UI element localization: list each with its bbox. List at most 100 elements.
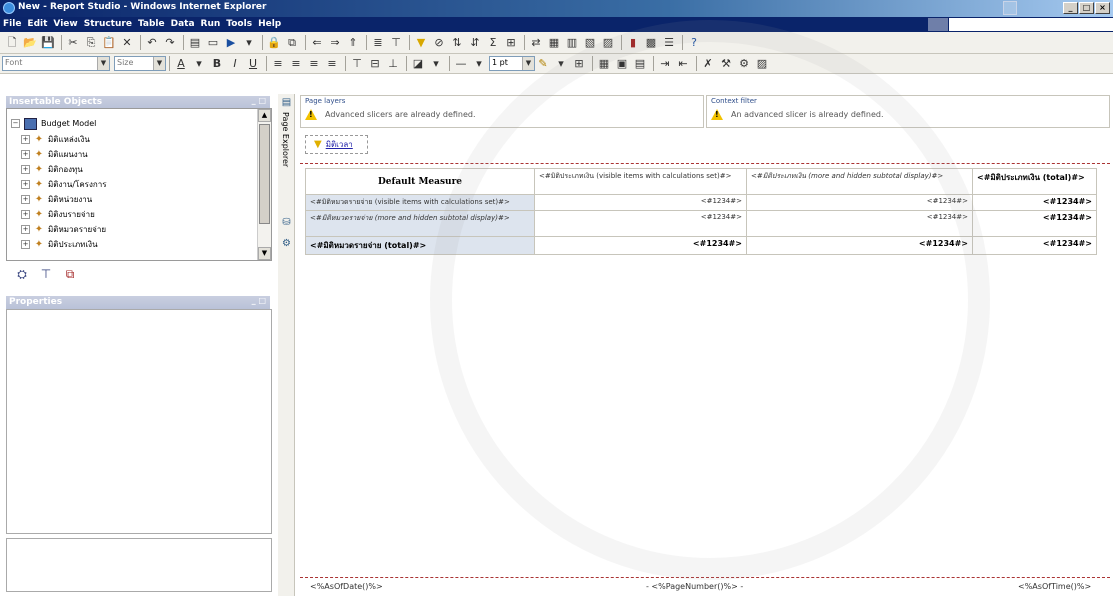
minimize-button[interactable]: _	[1063, 2, 1078, 14]
lock-icon[interactable]: 🔒	[266, 35, 282, 51]
fact-cell[interactable]: <#1234#>	[972, 210, 1097, 237]
split-cells-icon[interactable]: ▤	[632, 56, 648, 72]
menu-edit[interactable]: Edit	[24, 17, 50, 32]
nest-icon[interactable]: ▦	[546, 35, 562, 51]
fact-cell[interactable]: <#1234#>	[534, 236, 747, 255]
chevron-down-icon[interactable]: ▼	[97, 57, 109, 70]
source-tab-icon[interactable]: ⛭	[14, 266, 30, 282]
expand-icon[interactable]: +	[21, 240, 30, 249]
column-header[interactable]: <#มิติประเภทเงิน (total)#>	[972, 168, 1097, 195]
fact-cell[interactable]: <#1234#>	[746, 236, 973, 255]
slicer-label[interactable]: มิติเวลา	[326, 138, 353, 151]
context-filter-area[interactable]: Context filter ! An advanced slicer is a…	[706, 95, 1110, 128]
underline-icon[interactable]: U	[245, 56, 261, 72]
font-color-icon[interactable]: A	[173, 56, 189, 72]
crosstab-icon[interactable]: ▩	[643, 35, 659, 51]
page-explorer-icon[interactable]: ▤	[280, 96, 293, 109]
line-width-select[interactable]: 1 pt ▼	[489, 56, 535, 71]
window-copy-icon[interactable]	[1003, 1, 1017, 15]
view-report-icon[interactable]: ▤	[187, 35, 203, 51]
run-dropdown-icon[interactable]: ▾	[241, 35, 257, 51]
align-right-icon[interactable]: ≡	[306, 56, 322, 72]
run-report-icon[interactable]: ▶	[223, 35, 239, 51]
style-icon[interactable]: ⚙	[736, 56, 752, 72]
tree-root-item[interactable]: − Budget Model	[11, 117, 96, 130]
align-center-icon[interactable]: ≡	[288, 56, 304, 72]
expand-icon[interactable]: +	[21, 150, 30, 159]
swap-icon[interactable]: ⇄	[528, 35, 544, 51]
tree-item[interactable]: + ✦ มิติประเภทเงิน	[21, 238, 98, 251]
menu-data[interactable]: Data	[168, 17, 198, 32]
scroll-down-icon[interactable]: ▼	[258, 247, 271, 260]
section-icon[interactable]: ⊤	[388, 35, 404, 51]
justify-icon[interactable]: ≡	[324, 56, 340, 72]
row-header[interactable]: <#มิติหมวดรายจ่าย (total)#>	[305, 236, 535, 255]
footer-time[interactable]: <%AsOfTime()%>	[1018, 582, 1091, 591]
save-icon[interactable]: 💾	[40, 35, 56, 51]
background-color-icon[interactable]: ◪	[410, 56, 426, 72]
fact-cell[interactable]: <#1234#>	[972, 194, 1097, 211]
copy-icon[interactable]: ⎘	[83, 35, 99, 51]
pane-controls[interactable]: _ □	[252, 296, 266, 305]
expand-icon[interactable]: +	[21, 210, 30, 219]
menu-run[interactable]: Run	[198, 17, 224, 32]
menu-view[interactable]: View	[50, 17, 80, 32]
footer-date[interactable]: <%AsOfDate()%>	[310, 582, 383, 591]
scroll-up-icon[interactable]: ▲	[258, 109, 271, 122]
tree-item[interactable]: + ✦ มิติแผนงาน	[21, 148, 88, 161]
menu-table[interactable]: Table	[135, 17, 168, 32]
borders-icon[interactable]: ⊞	[571, 56, 587, 72]
tree-scrollbar[interactable]: ▲ ▼	[257, 109, 271, 260]
format-painter-icon[interactable]: ⚒	[718, 56, 734, 72]
filter-icon[interactable]: ▼	[413, 35, 429, 51]
delete-icon[interactable]: ✕	[119, 35, 135, 51]
italic-icon[interactable]: I	[227, 56, 243, 72]
fact-cell[interactable]: <#1234#>	[972, 236, 1097, 255]
insert-row-icon[interactable]: ▥	[564, 35, 580, 51]
insert-column-icon[interactable]: ▧	[582, 35, 598, 51]
outdent-icon[interactable]: ⇤	[675, 56, 691, 72]
indent-icon[interactable]: ⇥	[657, 56, 673, 72]
pages-icon[interactable]: ⧉	[284, 35, 300, 51]
valign-top-icon[interactable]: ⊤	[349, 56, 365, 72]
column-header[interactable]: <#มิติประเภทเงิน (more and hidden subtot…	[746, 168, 973, 195]
up-arrow-icon[interactable]: ⇑	[345, 35, 361, 51]
group-icon[interactable]: ≣	[370, 35, 386, 51]
redo-icon[interactable]: ↷	[162, 35, 178, 51]
menu-file[interactable]: File	[0, 17, 24, 32]
new-icon[interactable]: 🗋	[4, 35, 20, 51]
condition-explorer-icon[interactable]: ⚙	[280, 237, 293, 250]
fact-cell[interactable]: <#1234#>	[746, 194, 973, 211]
aggregate-icon[interactable]: Σ	[485, 35, 501, 51]
chevron-down-icon[interactable]: ▼	[153, 57, 165, 70]
expand-icon[interactable]: +	[21, 165, 30, 174]
valign-middle-icon[interactable]: ⊟	[367, 56, 383, 72]
expand-icon[interactable]: +	[21, 180, 30, 189]
sort-descending-icon[interactable]: ⇵	[467, 35, 483, 51]
table-icon[interactable]: ▦	[596, 56, 612, 72]
fact-cell[interactable]: <#1234#>	[534, 210, 747, 237]
tree-item[interactable]: + ✦ มิติแหล่งเงิน	[21, 133, 90, 146]
sort-ascending-icon[interactable]: ⇅	[449, 35, 465, 51]
bold-icon[interactable]: B	[209, 56, 225, 72]
fact-cell[interactable]: <#1234#>	[746, 210, 973, 237]
chevron-down-icon[interactable]: ▾	[553, 56, 569, 72]
maximize-button[interactable]: □	[1079, 2, 1094, 14]
cut-icon[interactable]: ✂	[65, 35, 81, 51]
tree-item[interactable]: + ✦ มิติงบรายจ่าย	[21, 208, 95, 221]
expand-icon[interactable]: +	[21, 195, 30, 204]
menu-structure[interactable]: Structure	[81, 17, 135, 32]
tree-item[interactable]: + ✦ มิติหน่วยงาน	[21, 193, 92, 206]
forward-arrow-icon[interactable]: ⇒	[327, 35, 343, 51]
menu-help[interactable]: Help	[255, 17, 284, 32]
xml-icon[interactable]: ▭	[205, 35, 221, 51]
crosstab-corner[interactable]: Default Measure	[305, 168, 535, 195]
tree-item[interactable]: + ✦ มิติกองทุน	[21, 163, 83, 176]
paste-icon[interactable]: 📋	[101, 35, 117, 51]
scroll-thumb[interactable]	[259, 124, 270, 224]
tree-item[interactable]: + ✦ มิติหมวดรายจ่าย	[21, 223, 106, 236]
chevron-down-icon[interactable]: ▾	[428, 56, 444, 72]
page-explorer-tab[interactable]: Page Explorer	[281, 112, 290, 167]
expand-icon[interactable]: +	[21, 225, 30, 234]
chevron-down-icon[interactable]: ▾	[471, 56, 487, 72]
